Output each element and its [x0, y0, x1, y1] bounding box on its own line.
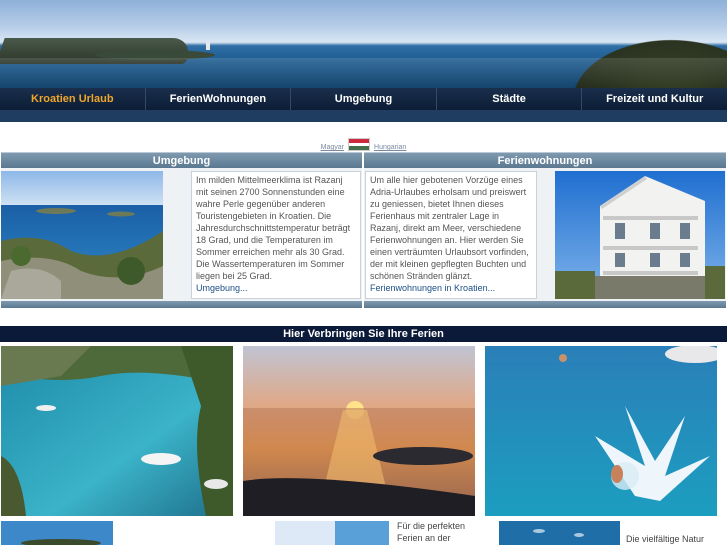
- umgebung-text: Im milden Mittelmeerklima ist Razanj mit…: [196, 175, 351, 281]
- ferien-section-header: Hier Verbringen Sie Ihre Ferien: [0, 326, 727, 342]
- sunset-photo: [243, 346, 475, 516]
- bottom-underwater-photo: [499, 521, 620, 545]
- bottom-text-1-line-1: Für die perfekten: [397, 521, 466, 531]
- bottom-text-1-line-2: Ferien an der: [397, 533, 451, 543]
- nav-item-freizeit-kultur[interactable]: Freizeit und Kultur: [582, 88, 727, 110]
- ferienwohnungen-title: Ferienwohnungen: [497, 154, 593, 167]
- ferienwohnungen-more-link[interactable]: Ferienwohnungen in Kroatien...: [370, 283, 495, 293]
- nav-item-umgebung[interactable]: Umgebung: [291, 88, 437, 110]
- umgebung-photo: [1, 171, 163, 299]
- bay-with-boats-photo: [1, 346, 233, 516]
- bottom-sky-photo: [275, 521, 389, 545]
- ferien-title: Hier Verbringen Sie Ihre Ferien: [283, 328, 444, 340]
- ferienwohnungen-text: Um alle hier gebotenen Vorzüge eines Adr…: [370, 175, 529, 281]
- ferienwohnungen-textbox: Um alle hier gebotenen Vorzüge eines Adr…: [365, 171, 537, 299]
- bottom-text-2: Die vielfältige Natur: [626, 533, 727, 545]
- nav-item-ferienwohnungen[interactable]: FerienWohnungen: [146, 88, 292, 110]
- ferienwohnungen-header: Ferienwohnungen: [364, 152, 726, 168]
- umgebung-textbox: Im milden Mittelmeerklima ist Razanj mit…: [191, 171, 361, 299]
- umgebung-footer-bar: [1, 301, 362, 308]
- umgebung-header: Umgebung: [1, 152, 362, 168]
- swimmer-splash-photo: [485, 346, 717, 516]
- language-switcher: Magyar Hungarian: [0, 135, 727, 151]
- header-banner-image: [0, 0, 727, 88]
- bottom-island-photo: [1, 521, 113, 545]
- nav-bottom-strip: [0, 110, 727, 122]
- umgebung-more-link[interactable]: Umgebung...: [196, 283, 248, 293]
- nav-item-staedte[interactable]: Städte: [437, 88, 583, 110]
- hungary-flag-icon[interactable]: [348, 138, 371, 151]
- umgebung-title: Umgebung: [152, 154, 211, 167]
- nav-item-kroatien-urlaub[interactable]: Kroatien Urlaub: [0, 88, 146, 110]
- bottom-text-1: Für die perfekten Ferien an der: [397, 520, 492, 544]
- language-link-hungarian[interactable]: Hungarian: [374, 144, 406, 151]
- lighthouse-icon: [206, 42, 210, 50]
- bottom-text-2-line-1: Die vielfältige Natur: [626, 534, 705, 544]
- main-nav: Kroatien Urlaub FerienWohnungen Umgebung…: [0, 88, 727, 110]
- language-link-magyar[interactable]: Magyar: [321, 144, 344, 151]
- ferienwohnungen-footer-bar: [364, 301, 726, 308]
- page: Kroatien Urlaub FerienWohnungen Umgebung…: [0, 0, 727, 545]
- ferienhaus-photo: [555, 171, 725, 299]
